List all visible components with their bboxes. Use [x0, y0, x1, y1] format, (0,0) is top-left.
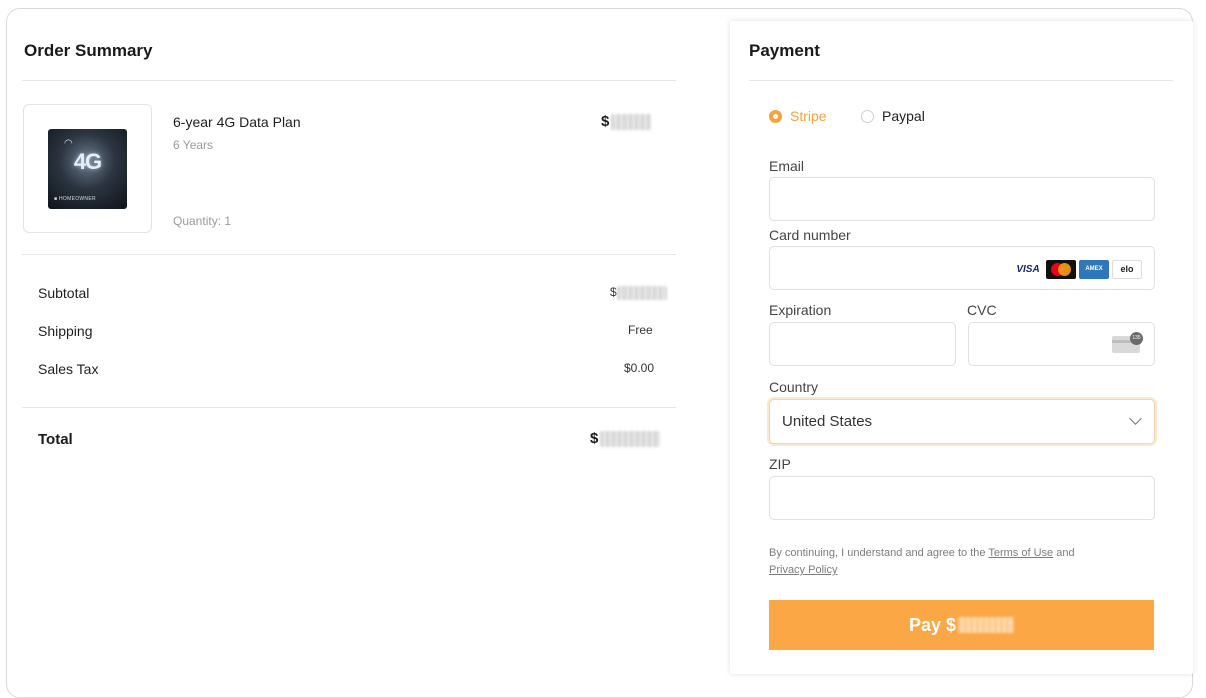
- mastercard-icon: [1046, 260, 1076, 279]
- zip-label: ZIP: [769, 456, 791, 472]
- card-number-field[interactable]: VISA AMEX elo: [769, 246, 1155, 290]
- radio-unselected-icon[interactable]: [861, 109, 874, 123]
- privacy-policy-link[interactable]: Privacy Policy: [769, 564, 837, 576]
- subtotal-label: Subtotal: [38, 285, 90, 301]
- chevron-down-icon: [1129, 412, 1142, 425]
- product-name: 6-year 4G Data Plan: [173, 114, 301, 130]
- product-thumbnail: ◠ 4G ■ HOMEOWNER: [23, 104, 152, 233]
- expiration-field[interactable]: [769, 322, 956, 366]
- total-label: Total: [38, 431, 73, 448]
- divider: [749, 80, 1173, 81]
- cvc-card-icon: 135: [1112, 332, 1143, 353]
- payment-panel: Payment Stripe Paypal Email Card number …: [730, 21, 1193, 674]
- card-number-label: Card number: [769, 227, 851, 243]
- shipping-label: Shipping: [38, 323, 93, 339]
- cvc-field[interactable]: 135: [968, 322, 1155, 366]
- amex-icon: AMEX: [1079, 260, 1109, 279]
- shipping-value: Free: [628, 323, 653, 337]
- order-summary-title: Order Summary: [24, 41, 153, 60]
- sales-tax-value: $0.00: [624, 361, 655, 375]
- product-image-brand: ■ HOMEOWNER: [54, 196, 96, 202]
- sim-card-4g-image: ◠ 4G ■ HOMEOWNER: [48, 129, 127, 209]
- card-brands: VISA AMEX elo: [1013, 260, 1142, 279]
- product-subtitle: 6 Years: [173, 138, 214, 152]
- redacted-subtotal: [616, 285, 667, 300]
- email-label: Email: [769, 158, 805, 174]
- pay-button[interactable]: Pay $: [769, 600, 1154, 650]
- redacted-total: [600, 431, 661, 448]
- product-quantity: Quantity: 1: [173, 214, 232, 228]
- product-price: $: [601, 113, 652, 131]
- payment-method-label: Stripe: [790, 108, 827, 124]
- redacted-pay-amount: [958, 617, 1015, 633]
- divider: [22, 80, 676, 81]
- country-value: United States: [782, 413, 873, 430]
- sales-tax-label: Sales Tax: [38, 361, 99, 377]
- radio-selected-icon[interactable]: [769, 109, 782, 123]
- zip-field[interactable]: [769, 476, 1155, 520]
- terms-of-use-link[interactable]: Terms of Use: [988, 547, 1053, 559]
- visa-icon: VISA: [1016, 264, 1040, 275]
- divider: [22, 407, 676, 408]
- elo-icon: elo: [1112, 260, 1142, 279]
- redacted-price: [611, 114, 652, 131]
- product-image-text: 4G: [73, 149, 102, 174]
- payment-method-paypal[interactable]: Paypal: [861, 108, 925, 124]
- expiration-label: Expiration: [769, 302, 832, 318]
- pay-button-label: Pay $: [908, 614, 957, 635]
- country-label: Country: [769, 379, 819, 395]
- email-field[interactable]: [769, 177, 1155, 221]
- total-value: $: [590, 430, 661, 448]
- cvc-label: CVC: [967, 302, 997, 318]
- divider: [22, 254, 676, 255]
- wifi-icon: ◠: [64, 138, 73, 149]
- payment-method-label: Paypal: [882, 108, 925, 124]
- payment-title: Payment: [749, 41, 820, 60]
- subtotal-value: $: [610, 285, 667, 300]
- payment-method-stripe[interactable]: Stripe: [769, 108, 827, 124]
- terms-text: By continuing, I understand and agree to…: [769, 547, 1075, 576]
- country-select[interactable]: United States: [769, 399, 1155, 444]
